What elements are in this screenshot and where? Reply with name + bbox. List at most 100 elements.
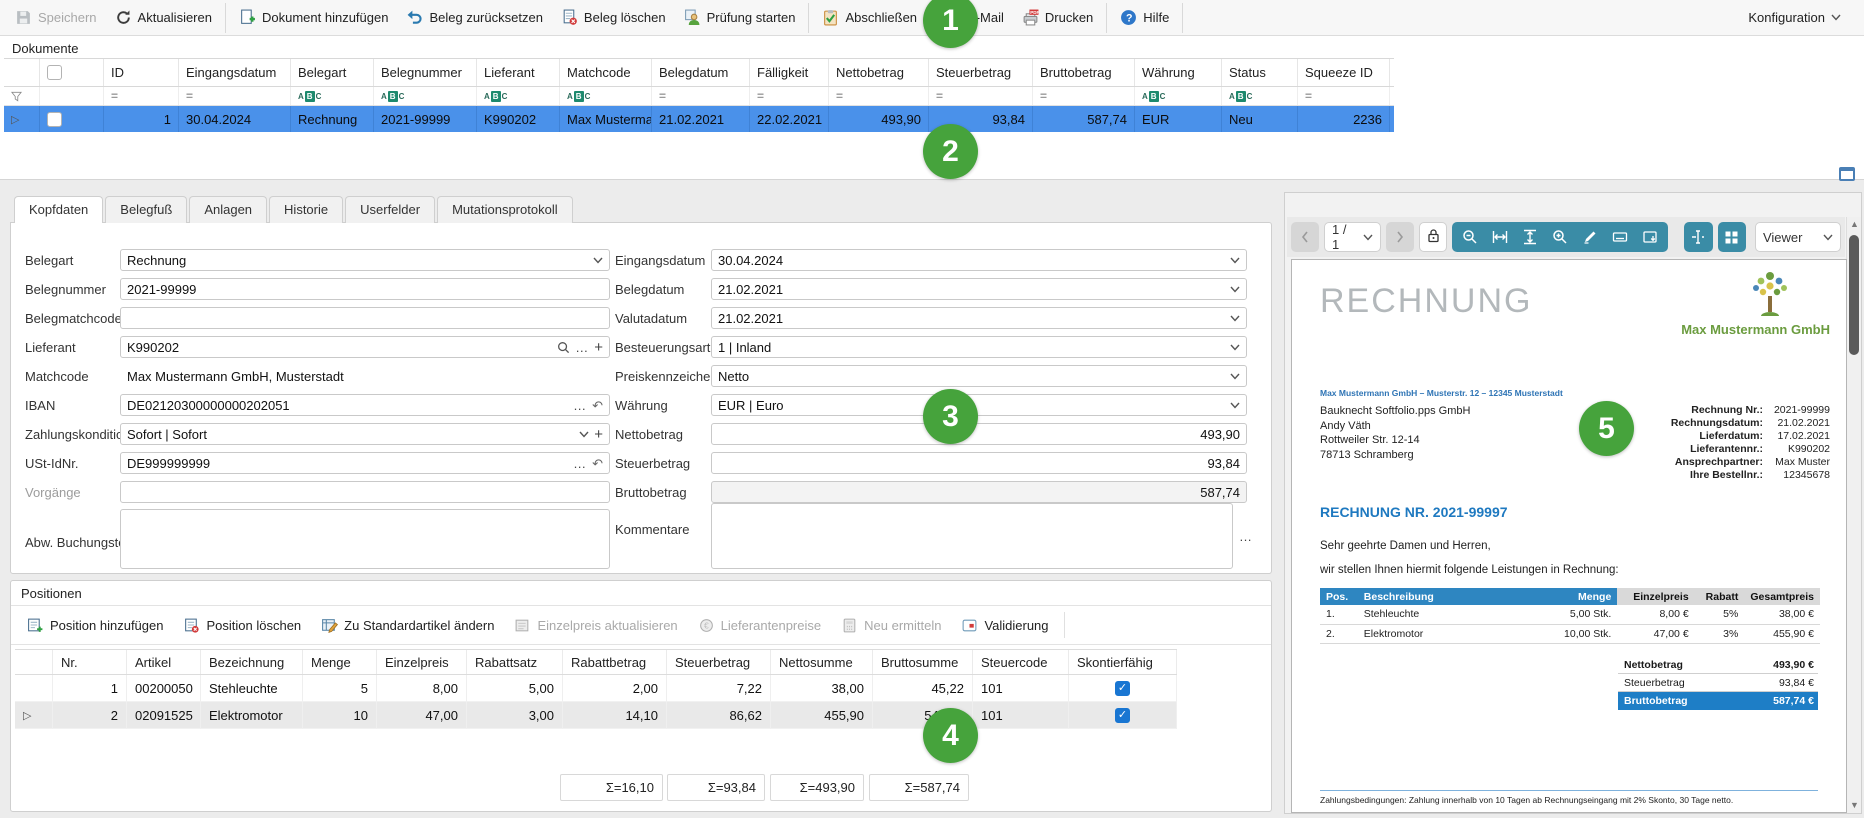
pos2-bezeichnung[interactable]: Elektromotor bbox=[201, 702, 303, 729]
fit-height-icon[interactable] bbox=[1516, 224, 1544, 250]
zoom-in-icon[interactable] bbox=[1546, 224, 1574, 250]
pos2-rabattsatz[interactable]: 3,00 bbox=[467, 702, 563, 729]
row-cell-eingangsdatum[interactable]: 30.04.2024 bbox=[179, 106, 291, 132]
pos-column-steuerbetrag[interactable]: Steuerbetrag bbox=[667, 650, 771, 674]
steuerbetrag-input[interactable] bbox=[718, 456, 1240, 471]
validierung-button[interactable]: Validierung bbox=[953, 613, 1056, 638]
add-document-button[interactable]: Dokument hinzufügen bbox=[230, 3, 397, 33]
filter-waehrung[interactable]: ABC bbox=[1135, 87, 1222, 105]
tab-userfelder[interactable]: Userfelder bbox=[345, 196, 435, 223]
filter-belegart[interactable]: ABC bbox=[291, 87, 374, 105]
row-cell-belegdatum[interactable]: 21.02.2021 bbox=[652, 106, 750, 132]
start-check-button[interactable]: Prüfung starten bbox=[675, 3, 805, 33]
pos-expand-cell[interactable]: ▷ bbox=[15, 702, 53, 729]
filter-faelligkeit[interactable]: = bbox=[750, 87, 829, 105]
viewer-mode-dropdown[interactable]: Viewer bbox=[1755, 222, 1841, 252]
belegart-select[interactable] bbox=[120, 249, 610, 271]
column-header-matchcode[interactable]: Matchcode bbox=[560, 59, 652, 86]
valutadatum-select[interactable] bbox=[711, 307, 1247, 329]
row-checkbox[interactable] bbox=[40, 106, 104, 132]
filter-matchcode[interactable]: ABC bbox=[560, 87, 652, 105]
column-header-waehrung[interactable]: Währung bbox=[1135, 59, 1222, 86]
scroll-down-icon[interactable]: ▼ bbox=[1847, 798, 1862, 813]
pos1-nr[interactable]: 1 bbox=[53, 675, 127, 702]
belegnummer-field[interactable] bbox=[120, 278, 610, 300]
kommentare-input[interactable] bbox=[711, 503, 1233, 569]
pos-column-nr[interactable]: Nr. bbox=[53, 650, 127, 674]
filter-funnel-icon[interactable] bbox=[4, 87, 40, 105]
viewer-scrollbar[interactable]: ▲ ▼ bbox=[1846, 217, 1861, 813]
export-page-icon[interactable] bbox=[1636, 224, 1664, 250]
grid-view-icon[interactable] bbox=[1718, 222, 1746, 252]
ellipsis-button[interactable]: … bbox=[573, 399, 587, 412]
pos1-einzelpreis[interactable]: 8,00 bbox=[377, 675, 467, 702]
pos1-steuerbetrag[interactable]: 7,22 bbox=[667, 675, 771, 702]
position-row-1[interactable]: 1 00200050 Stehleuchte 5 8,00 5,00 2,00 … bbox=[15, 675, 1177, 702]
delete-document-button[interactable]: Beleg löschen bbox=[552, 3, 675, 33]
pos2-artikel[interactable]: 02091525 bbox=[127, 702, 201, 729]
pos2-steuerbetrag[interactable]: 86,62 bbox=[667, 702, 771, 729]
filter-status[interactable]: ABC bbox=[1222, 87, 1298, 105]
pos-column-artikel[interactable]: Artikel bbox=[127, 650, 201, 674]
belegnummer-input[interactable] bbox=[127, 282, 603, 297]
filter-eingangsdatum[interactable]: = bbox=[179, 87, 291, 105]
position-add-button[interactable]: Position hinzufügen bbox=[19, 613, 171, 638]
steuerbetrag-field[interactable] bbox=[711, 452, 1247, 474]
nettobetrag-input[interactable] bbox=[718, 427, 1240, 442]
lock-button[interactable] bbox=[1419, 222, 1447, 252]
tab-historie[interactable]: Historie bbox=[269, 196, 343, 223]
row-cell-squeeze-id[interactable]: 2236 bbox=[1298, 106, 1390, 132]
row-cell-belegnummer[interactable]: 2021-99999 bbox=[374, 106, 477, 132]
row-cell-matchcode[interactable]: Max Musterma... bbox=[560, 106, 652, 132]
standardartikel-button[interactable]: Zu Standardartikel ändern bbox=[313, 613, 502, 638]
pos1-artikel[interactable]: 00200050 bbox=[127, 675, 201, 702]
ellipsis-button[interactable]: … bbox=[573, 457, 587, 470]
plus-button[interactable]: + bbox=[594, 340, 603, 355]
chevron-down-icon[interactable] bbox=[593, 257, 603, 264]
pos1-rabattsatz[interactable]: 5,00 bbox=[467, 675, 563, 702]
finalize-button[interactable]: Abschließen bbox=[813, 3, 926, 33]
ellipsis-button[interactable]: … bbox=[575, 341, 589, 354]
neu-ermitteln-button[interactable]: Neu ermitteln bbox=[833, 613, 949, 638]
save-button[interactable]: Speichern bbox=[6, 3, 106, 33]
column-header-nettobetrag[interactable]: Nettobetrag bbox=[829, 59, 929, 86]
column-header-steuerbetrag[interactable]: Steuerbetrag bbox=[929, 59, 1033, 86]
undo-icon[interactable]: ↶ bbox=[592, 457, 603, 470]
pos2-steuercode[interactable]: 101 bbox=[973, 702, 1069, 729]
pos1-nettosumme[interactable]: 38,00 bbox=[771, 675, 873, 702]
column-header-lieferant[interactable]: Lieferant bbox=[477, 59, 560, 86]
filter-belegdatum[interactable]: = bbox=[652, 87, 750, 105]
column-header-bruttobetrag[interactable]: Bruttobetrag bbox=[1033, 59, 1135, 86]
valutadatum-input[interactable] bbox=[718, 311, 1225, 326]
plus-button[interactable]: + bbox=[594, 427, 603, 442]
column-header-squeeze-id[interactable]: Squeeze ID bbox=[1298, 59, 1390, 86]
annotate-pen-icon[interactable] bbox=[1576, 224, 1604, 250]
belegmatchcode-input[interactable] bbox=[127, 311, 603, 326]
pos1-rabattbetrag[interactable]: 2,00 bbox=[563, 675, 667, 702]
pos-column-bezeichnung[interactable]: Bezeichnung bbox=[201, 650, 303, 674]
filter-id[interactable]: = bbox=[104, 87, 179, 105]
prev-page-button[interactable] bbox=[1291, 222, 1319, 252]
row-cell-status[interactable]: Neu bbox=[1222, 106, 1298, 132]
konfiguration-menu[interactable]: Konfiguration bbox=[1739, 3, 1850, 33]
chevron-down-icon[interactable] bbox=[1230, 344, 1240, 351]
lieferant-field[interactable]: … + bbox=[120, 336, 610, 358]
filter-nettobetrag[interactable]: = bbox=[829, 87, 929, 105]
print-button[interactable]: PDF Drucken bbox=[1013, 3, 1102, 33]
pos2-nr[interactable]: 2 bbox=[53, 702, 127, 729]
pos-column-nettosumme[interactable]: Nettosumme bbox=[771, 650, 873, 674]
chevron-down-icon[interactable] bbox=[1230, 315, 1240, 322]
pos-column-skontierfaehig[interactable]: Skontierfähig bbox=[1069, 650, 1177, 674]
besteuerungsart-input[interactable] bbox=[718, 340, 1225, 355]
vorgaenge-field[interactable] bbox=[120, 481, 610, 503]
filter-squeeze-id[interactable]: = bbox=[1298, 87, 1390, 105]
iban-field[interactable]: … ↶ bbox=[120, 394, 610, 416]
column-header-belegdatum[interactable]: Belegdatum bbox=[652, 59, 750, 86]
position-row-2[interactable]: ▷ 2 02091525 Elektromotor 10 47,00 3,00 … bbox=[15, 702, 1177, 729]
column-header-faelligkeit[interactable]: Fälligkeit bbox=[750, 59, 829, 86]
column-header-status[interactable]: Status bbox=[1222, 59, 1298, 86]
row-cell-faelligkeit[interactable]: 22.02.2021 bbox=[750, 106, 829, 132]
column-header-belegart[interactable]: Belegart bbox=[291, 59, 374, 86]
preiskennzeichen-select[interactable] bbox=[711, 365, 1247, 387]
pos2-nettosumme[interactable]: 455,90 bbox=[771, 702, 873, 729]
